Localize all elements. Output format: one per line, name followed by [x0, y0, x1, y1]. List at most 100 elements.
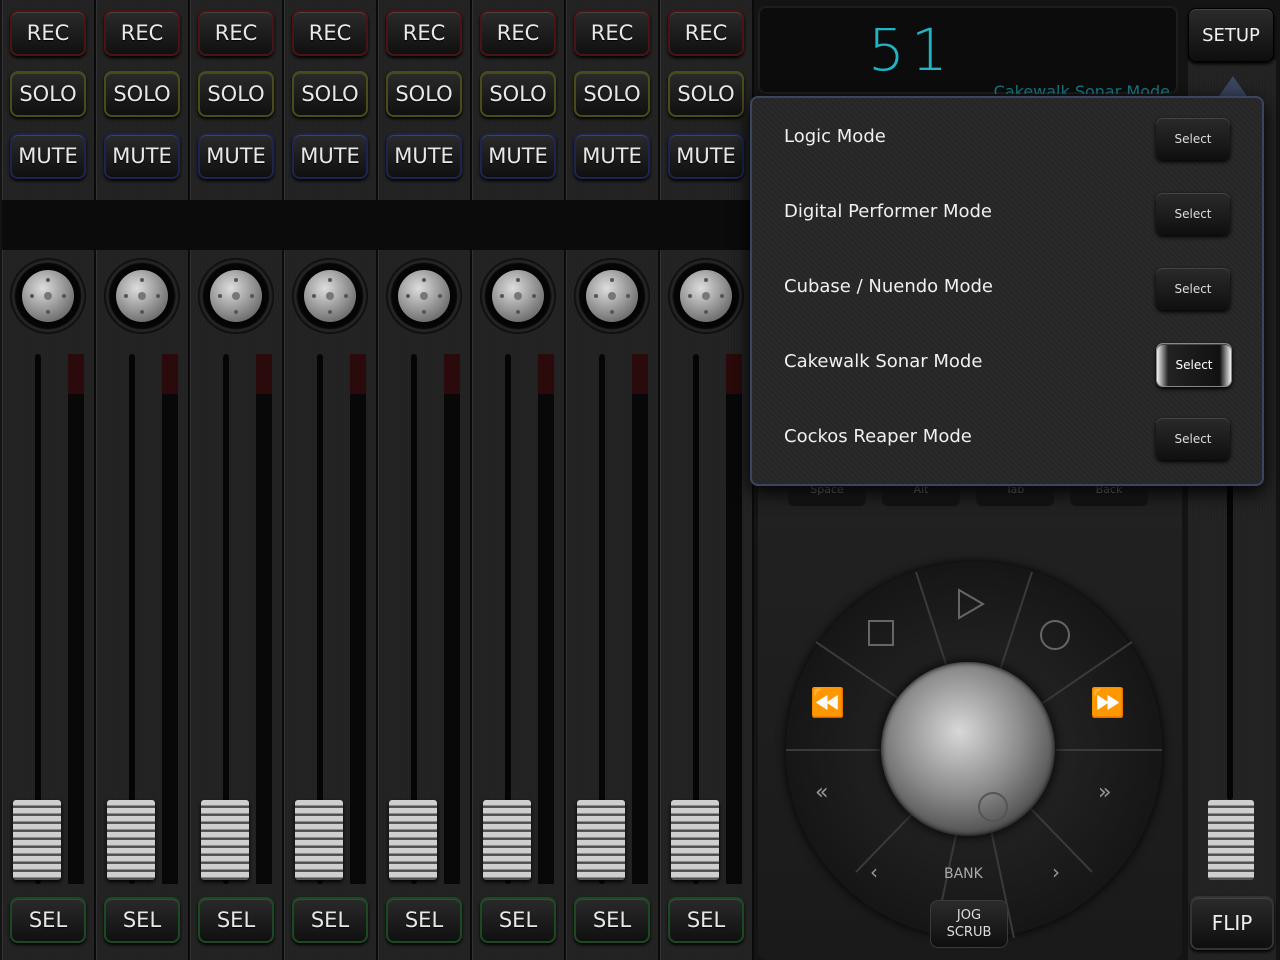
volume-fader[interactable]: [295, 800, 343, 880]
knob-cap: [304, 270, 356, 322]
fast-forward-icon[interactable]: ⏩: [1090, 686, 1125, 719]
mode-label: Digital Performer Mode: [784, 201, 992, 222]
volume-fader[interactable]: [107, 800, 155, 880]
mode-label: Cubase / Nuendo Mode: [784, 276, 993, 297]
volume-fader[interactable]: [671, 800, 719, 880]
rec-button[interactable]: REC: [292, 10, 368, 56]
scribble-strip: [660, 200, 752, 250]
mute-button[interactable]: MUTE: [104, 133, 180, 179]
solo-button[interactable]: SOLO: [292, 71, 368, 117]
jog-label: JOG: [956, 908, 982, 923]
knob-cap: [116, 270, 168, 322]
rec-button[interactable]: REC: [10, 10, 86, 56]
volume-fader[interactable]: [389, 800, 437, 880]
pan-knob[interactable]: [104, 258, 180, 334]
sel-button[interactable]: SEL: [10, 897, 86, 943]
knob-cap: [680, 270, 732, 322]
master-fader[interactable]: [1208, 800, 1254, 880]
mute-button[interactable]: MUTE: [386, 133, 462, 179]
volume-fader[interactable]: [483, 800, 531, 880]
channel-strip: REC SOLO MUTE SEL: [378, 0, 472, 960]
pan-knob[interactable]: [480, 258, 556, 334]
level-meter: [350, 354, 366, 884]
mute-button[interactable]: MUTE: [198, 133, 274, 179]
record-icon[interactable]: [1038, 618, 1072, 652]
select-reaper-button[interactable]: Select: [1156, 418, 1230, 460]
display-number: 51: [868, 16, 954, 84]
channel-strip: REC SOLO MUTE SEL: [284, 0, 378, 960]
mute-button[interactable]: MUTE: [574, 133, 650, 179]
sel-button[interactable]: SEL: [198, 897, 274, 943]
pan-knob[interactable]: [292, 258, 368, 334]
volume-fader[interactable]: [577, 800, 625, 880]
mute-button[interactable]: MUTE: [10, 133, 86, 179]
select-cubase-button[interactable]: Select: [1156, 268, 1230, 310]
knob-cap: [210, 270, 262, 322]
channel-strip: REC SOLO MUTE SEL: [2, 0, 96, 960]
mode-select-popover: Logic Mode Select Digital Performer Mode…: [750, 96, 1264, 486]
channel-strip: REC SOLO MUTE SEL: [660, 0, 754, 960]
sel-button[interactable]: SEL: [386, 897, 462, 943]
select-logic-button[interactable]: Select: [1156, 118, 1230, 160]
solo-button[interactable]: SOLO: [668, 71, 744, 117]
rec-button[interactable]: REC: [574, 10, 650, 56]
mode-label: Logic Mode: [784, 126, 886, 147]
pan-knob[interactable]: [574, 258, 650, 334]
jog-wheel[interactable]: [881, 662, 1055, 836]
prev-marker-icon[interactable]: «: [815, 780, 828, 805]
sel-button[interactable]: SEL: [574, 897, 650, 943]
channel-strip: REC SOLO MUTE SEL: [96, 0, 190, 960]
bank-right-icon[interactable]: ›: [1052, 860, 1060, 884]
sel-button[interactable]: SEL: [480, 897, 556, 943]
level-meter: [444, 354, 460, 884]
solo-button[interactable]: SOLO: [574, 71, 650, 117]
scribble-strip: [378, 200, 470, 250]
sel-button[interactable]: SEL: [668, 897, 744, 943]
scribble-strip: [472, 200, 564, 250]
flip-button[interactable]: FLIP: [1190, 896, 1274, 950]
rec-button[interactable]: REC: [386, 10, 462, 56]
pan-knob[interactable]: [668, 258, 744, 334]
level-meter: [162, 354, 178, 884]
jog-scrub-button[interactable]: JOG SCRUB: [930, 900, 1008, 948]
stop-icon[interactable]: [866, 618, 896, 648]
knob-cap: [22, 270, 74, 322]
volume-fader[interactable]: [13, 800, 61, 880]
setup-button[interactable]: SETUP: [1188, 8, 1274, 62]
knob-cap: [586, 270, 638, 322]
select-cakewalk-button[interactable]: Select: [1156, 343, 1232, 387]
next-marker-icon[interactable]: »: [1098, 780, 1111, 805]
pan-knob[interactable]: [198, 258, 274, 334]
volume-fader[interactable]: [201, 800, 249, 880]
scribble-strip: [2, 200, 94, 250]
mute-button[interactable]: MUTE: [292, 133, 368, 179]
solo-button[interactable]: SOLO: [386, 71, 462, 117]
play-icon[interactable]: [955, 588, 987, 620]
rec-button[interactable]: REC: [198, 10, 274, 56]
solo-button[interactable]: SOLO: [480, 71, 556, 117]
mode-label: Cockos Reaper Mode: [784, 426, 972, 447]
pan-knob[interactable]: [386, 258, 462, 334]
level-meter: [256, 354, 272, 884]
sel-button[interactable]: SEL: [104, 897, 180, 943]
bank-left-icon[interactable]: ‹: [870, 860, 878, 884]
mute-button[interactable]: MUTE: [668, 133, 744, 179]
mode-row-digital-performer: Digital Performer Mode Select: [752, 181, 1262, 256]
mode-row-cakewalk: Cakewalk Sonar Mode Select: [752, 331, 1262, 406]
rec-button[interactable]: REC: [668, 10, 744, 56]
scribble-strip: [284, 200, 376, 250]
rec-button[interactable]: REC: [480, 10, 556, 56]
rewind-icon[interactable]: ⏪: [810, 686, 845, 719]
rec-button[interactable]: REC: [104, 10, 180, 56]
sel-button[interactable]: SEL: [292, 897, 368, 943]
mode-label: Cakewalk Sonar Mode: [784, 351, 983, 372]
mute-button[interactable]: MUTE: [480, 133, 556, 179]
select-digital-performer-button[interactable]: Select: [1156, 193, 1230, 235]
pan-knob[interactable]: [10, 258, 86, 334]
solo-button[interactable]: SOLO: [104, 71, 180, 117]
solo-button[interactable]: SOLO: [198, 71, 274, 117]
mode-row-logic: Logic Mode Select: [752, 106, 1262, 181]
solo-button[interactable]: SOLO: [10, 71, 86, 117]
level-meter: [538, 354, 554, 884]
mode-row-reaper: Cockos Reaper Mode Select: [752, 406, 1262, 481]
